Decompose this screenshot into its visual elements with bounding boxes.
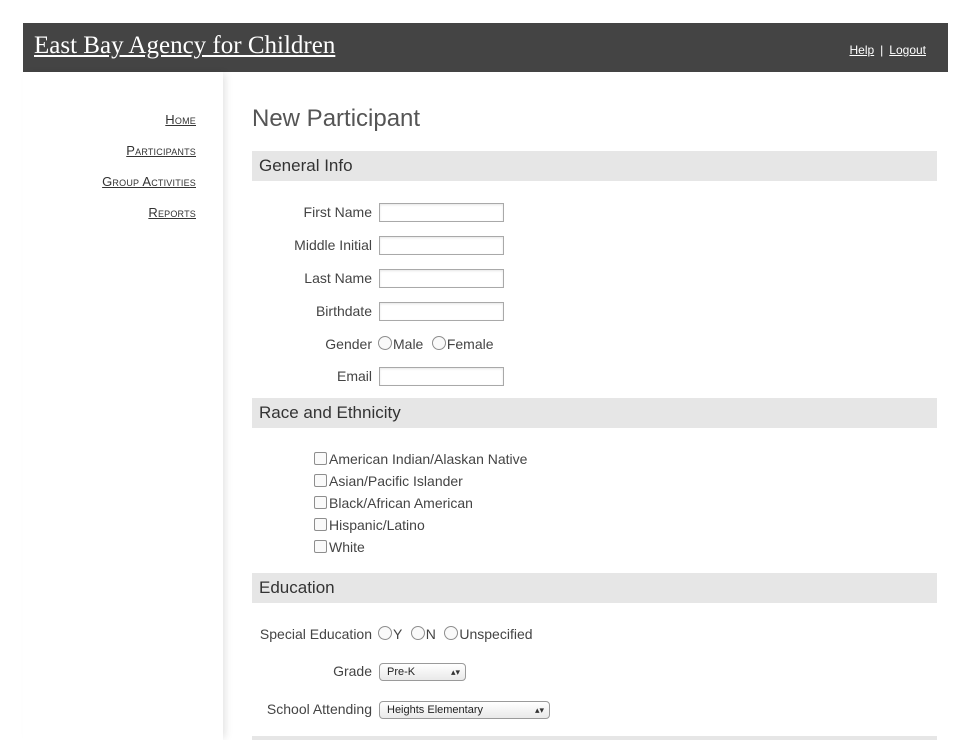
grade-select[interactable]: Pre-K ▴▾ xyxy=(379,663,466,681)
gender-label: Gender xyxy=(325,336,372,352)
special-ed-y-radio[interactable] xyxy=(378,626,392,640)
first-name-input[interactable] xyxy=(379,203,504,222)
middle-initial-input[interactable] xyxy=(379,236,504,255)
top-links: Help | Logout xyxy=(849,43,926,57)
race-option-label: Black/African American xyxy=(329,495,473,511)
link-separator: | xyxy=(880,43,884,57)
first-name-label: First Name xyxy=(303,204,372,220)
page-title: New Participant xyxy=(252,105,421,132)
next-section-bar xyxy=(252,736,937,740)
school-select-value: Heights Elementary xyxy=(387,704,483,716)
race-option-black[interactable]: Black/African American xyxy=(314,495,473,511)
sidebar: Home Participants Group Activities Repor… xyxy=(23,72,223,740)
race-option-american-indian[interactable]: American Indian/Alaskan Native xyxy=(314,451,527,467)
gender-male-radio[interactable] xyxy=(378,336,392,350)
grade-select-value: Pre-K xyxy=(387,666,416,678)
race-checkbox[interactable] xyxy=(314,518,327,531)
logout-link[interactable]: Logout xyxy=(889,43,926,57)
gender-radio-group: Male Female xyxy=(378,336,494,354)
last-name-label: Last Name xyxy=(304,270,372,286)
race-option-white[interactable]: White xyxy=(314,539,365,555)
section-race-ethnicity: Race and Ethnicity xyxy=(252,398,937,428)
race-option-label: Asian/Pacific Islander xyxy=(329,473,463,489)
nav-home[interactable]: Home xyxy=(165,112,196,127)
race-option-label: White xyxy=(329,539,365,555)
section-education: Education xyxy=(252,573,937,603)
special-education-label: Special Education xyxy=(259,626,372,642)
race-checkbox[interactable] xyxy=(314,452,327,465)
school-attending-label: School Attending xyxy=(266,701,372,717)
section-general-info: General Info xyxy=(252,151,937,181)
grade-label: Grade xyxy=(333,663,372,679)
school-attending-select[interactable]: Heights Elementary ▴▾ xyxy=(379,701,550,719)
race-option-hispanic[interactable]: Hispanic/Latino xyxy=(314,517,425,533)
birthdate-label: Birthdate xyxy=(315,303,372,319)
email-input[interactable] xyxy=(379,367,504,386)
race-checkbox[interactable] xyxy=(314,540,327,553)
gender-male-label: Male xyxy=(393,336,424,352)
gender-female-label: Female xyxy=(446,336,494,352)
nav-reports[interactable]: Reports xyxy=(148,205,196,220)
last-name-input[interactable] xyxy=(379,269,504,288)
nav-participants[interactable]: Participants xyxy=(126,143,196,158)
site-title-link[interactable]: East Bay Agency for Children xyxy=(34,32,335,60)
special-ed-unspecified-label: Unspecified xyxy=(459,626,533,642)
race-option-label: American Indian/Alaskan Native xyxy=(329,451,528,467)
birthdate-input[interactable] xyxy=(379,302,504,321)
select-arrows-icon: ▴▾ xyxy=(534,705,544,715)
email-label: Email xyxy=(336,368,372,384)
race-option-label: Hispanic/Latino xyxy=(329,517,425,533)
special-education-radio-group: Y N Unspecified xyxy=(378,626,533,644)
select-arrows-icon: ▴▾ xyxy=(450,667,460,677)
middle-initial-label: Middle Initial xyxy=(294,237,372,253)
special-ed-n-radio[interactable] xyxy=(410,626,425,640)
nav-group-activities[interactable]: Group Activities xyxy=(102,174,196,189)
special-ed-unspecified-radio[interactable] xyxy=(444,626,459,640)
app-header: East Bay Agency for Children Help | Logout xyxy=(23,23,948,72)
race-checkbox[interactable] xyxy=(314,474,327,487)
special-ed-n-label: N xyxy=(425,626,436,642)
special-ed-y-label: Y xyxy=(393,626,403,642)
gender-female-radio[interactable] xyxy=(431,336,446,350)
race-checkbox[interactable] xyxy=(314,496,327,509)
help-link[interactable]: Help xyxy=(849,43,874,57)
race-option-asian[interactable]: Asian/Pacific Islander xyxy=(314,473,463,489)
